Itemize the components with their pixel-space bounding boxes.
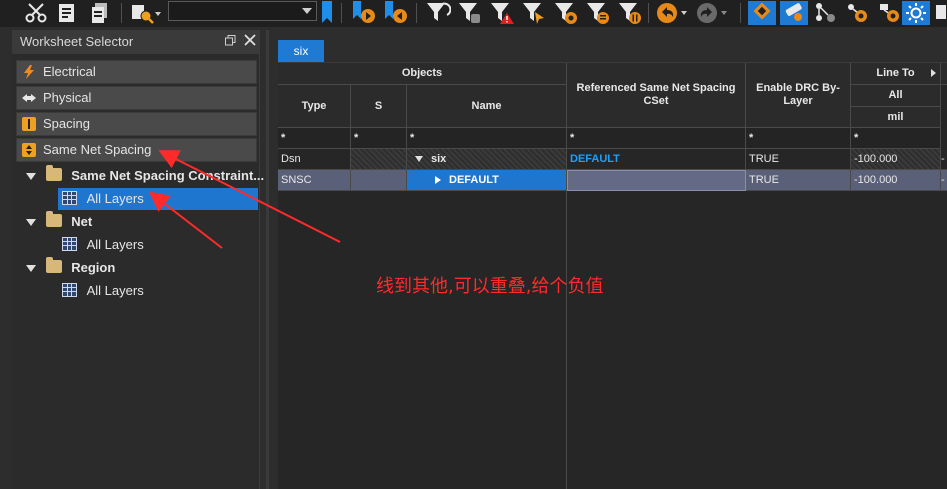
annotation-text: 线到其他,可以重叠,给个负值	[376, 276, 604, 297]
annotation-arrows	[148, 150, 341, 249]
annotation-arrow-tree	[148, 191, 223, 249]
annotation-arrow-category	[158, 150, 341, 243]
constraint-manager-window: Worksheet Selector Electrical Physical S…	[0, 0, 947, 489]
